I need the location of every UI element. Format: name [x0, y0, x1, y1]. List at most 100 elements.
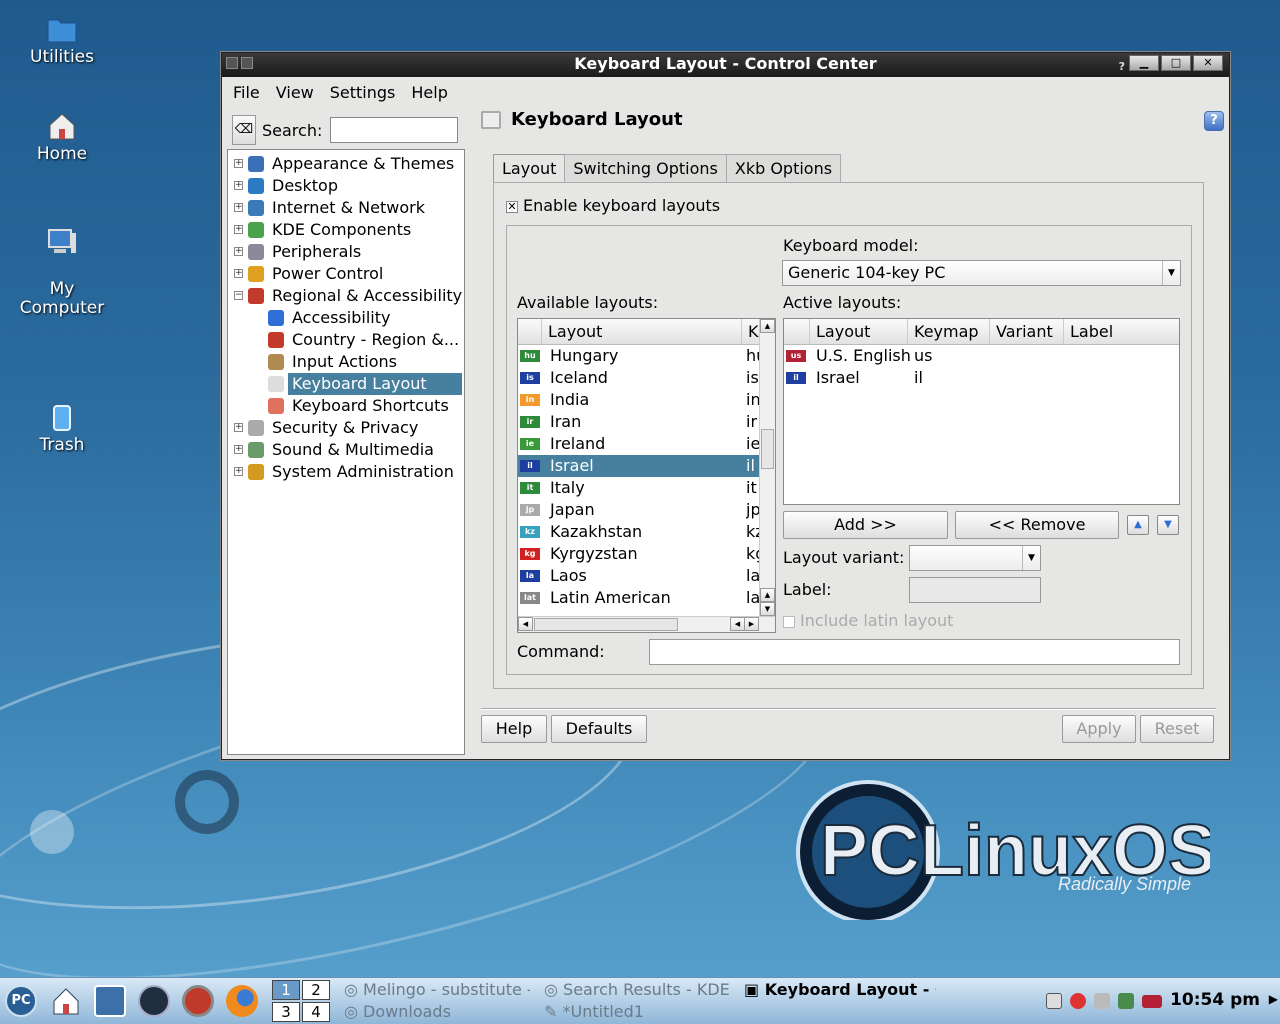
tab-switching-options[interactable]: Switching Options	[564, 154, 727, 183]
tab-layout[interactable]: Layout	[493, 154, 566, 184]
active-layouts-list[interactable]: Layout Keymap Variant Label us U.S. Engli…	[783, 318, 1180, 505]
keyboard-layout-flag-icon[interactable]	[1142, 995, 1162, 1008]
column-header-keymap[interactable]: Keymap	[908, 319, 990, 344]
title-bar[interactable]: Keyboard Layout - Control Center ? ▁ □ ✕	[222, 53, 1229, 77]
tools-icon[interactable]	[138, 985, 170, 1017]
network-icon[interactable]	[1118, 993, 1134, 1009]
tree-item[interactable]: + KDE Components	[228, 219, 464, 241]
expand-icon[interactable]: +	[234, 203, 243, 212]
pager-desktop-4[interactable]: 4	[302, 1002, 330, 1022]
column-header-variant[interactable]: Variant	[990, 319, 1064, 344]
tree-item[interactable]: + Security & Privacy	[228, 417, 464, 439]
help-button[interactable]: Help	[481, 715, 547, 743]
task-search-results[interactable]: ◎ Search Results - KDE	[544, 980, 730, 999]
scroll-down-button[interactable]: ▼	[760, 602, 775, 616]
desktop-icon-home[interactable]: Home	[7, 111, 117, 164]
available-layout-row[interactable]: in India in	[518, 389, 775, 411]
available-layout-row[interactable]: il Israel il	[518, 455, 775, 477]
menu-settings[interactable]: Settings	[330, 83, 396, 102]
scroll-right-button[interactable]: ▶	[744, 617, 759, 631]
reset-button[interactable]: Reset	[1140, 715, 1214, 743]
tree-item[interactable]: Input Actions	[228, 351, 464, 373]
tree-item[interactable]: + Power Control	[228, 263, 464, 285]
available-layout-row[interactable]: hu Hungary hu	[518, 345, 775, 367]
available-layout-row[interactable]: kz Kazakhstan kz	[518, 521, 775, 543]
firefox-icon[interactable]	[226, 985, 258, 1017]
tree-item[interactable]: + Peripherals	[228, 241, 464, 263]
close-button[interactable]: ✕	[1193, 55, 1223, 71]
scroll-up-button-lower[interactable]: ▲	[760, 588, 775, 602]
desktop-icon-utilities[interactable]: Utilities	[7, 14, 117, 67]
keyboard-model-combo[interactable]: Generic 104-key PC ▼	[782, 260, 1181, 286]
home-icon[interactable]	[50, 985, 82, 1017]
tree-item[interactable]: + Desktop	[228, 175, 464, 197]
task-keyboard-layout[interactable]: ▣ Keyboard Layout - C	[744, 980, 936, 999]
pager-desktop-2[interactable]: 2	[302, 980, 330, 1000]
clear-search-button[interactable]: ⌫	[232, 115, 256, 145]
active-layout-row[interactable]: us U.S. English us	[784, 345, 1179, 367]
minimize-button[interactable]: ▁	[1129, 55, 1159, 71]
control-center-icon[interactable]	[94, 985, 126, 1017]
window-menu-icon[interactable]	[226, 57, 238, 69]
desktop-icon-trash[interactable]: Trash	[7, 402, 117, 455]
context-help-icon[interactable]: ?	[1119, 56, 1125, 78]
start-menu-button[interactable]: PC	[5, 985, 37, 1017]
include-latin-checkbox[interactable]: Include latin layout	[783, 611, 953, 630]
expand-icon[interactable]: +	[234, 445, 243, 454]
scroll-up-button[interactable]: ▲	[760, 319, 775, 333]
collapse-icon[interactable]: −	[234, 291, 243, 300]
available-layout-row[interactable]: jp Japan jp	[518, 499, 775, 521]
tree-item[interactable]: Keyboard Shortcuts	[228, 395, 464, 417]
command-input[interactable]	[649, 639, 1180, 665]
available-layout-row[interactable]: ir Iran ir	[518, 411, 775, 433]
remove-layout-button[interactable]: << Remove	[955, 511, 1119, 539]
menu-help[interactable]: Help	[411, 83, 447, 102]
add-layout-button[interactable]: Add >>	[783, 511, 948, 539]
desktop-icon-my-computer[interactable]: My Computer	[7, 208, 117, 318]
expand-icon[interactable]: +	[234, 181, 243, 190]
tree-item[interactable]: + Sound & Multimedia	[228, 439, 464, 461]
horizontal-scrollbar[interactable]: ◀ ◀ ▶	[518, 616, 775, 632]
expand-icon[interactable]: +	[234, 159, 243, 168]
apply-button[interactable]: Apply	[1062, 715, 1136, 743]
layout-variant-combo[interactable]: ▼	[909, 545, 1041, 571]
column-header-layout[interactable]: Layout	[810, 319, 908, 344]
column-header-layout[interactable]: Layout	[542, 319, 742, 344]
media-player-icon[interactable]	[182, 985, 214, 1017]
task-untitled[interactable]: ✎ *Untitled1	[544, 1002, 730, 1021]
menu-view[interactable]: View	[276, 83, 314, 102]
volume-icon[interactable]	[1094, 993, 1110, 1009]
pager-desktop-1[interactable]: 1	[272, 980, 300, 1000]
column-header-label[interactable]: Label	[1064, 319, 1174, 344]
tree-item[interactable]: Keyboard Layout	[228, 373, 464, 395]
expand-icon[interactable]: +	[234, 225, 243, 234]
update-notifier-icon[interactable]	[1070, 993, 1086, 1009]
tree-item[interactable]: + Internet & Network	[228, 197, 464, 219]
pager-desktop-3[interactable]: 3	[272, 1002, 300, 1022]
expand-icon[interactable]: +	[234, 269, 243, 278]
clock[interactable]: 10:54 pm	[1170, 990, 1260, 1010]
available-layout-row[interactable]: it Italy it	[518, 477, 775, 499]
move-down-icon[interactable]: ▼	[1157, 515, 1179, 535]
maximize-button[interactable]: □	[1161, 55, 1191, 71]
available-layout-row[interactable]: is Iceland is	[518, 367, 775, 389]
hscroll-thumb[interactable]	[534, 618, 678, 631]
scroll-left-button[interactable]: ◀	[518, 617, 533, 631]
task-downloads[interactable]: ◎ Downloads	[344, 1002, 530, 1021]
expand-icon[interactable]: +	[234, 423, 243, 432]
expand-icon[interactable]: +	[234, 247, 243, 256]
tree-item[interactable]: Accessibility	[228, 307, 464, 329]
tree-item[interactable]: Country - Region &...	[228, 329, 464, 351]
tab-xkb-options[interactable]: Xkb Options	[725, 154, 842, 183]
available-layout-row[interactable]: la Laos la	[518, 565, 775, 587]
tree-item[interactable]: + Appearance & Themes	[228, 153, 464, 175]
label-input[interactable]	[909, 577, 1041, 603]
vertical-scrollbar[interactable]: ▲ ▲ ▼	[759, 319, 775, 616]
expand-icon[interactable]: +	[234, 467, 243, 476]
scroll-left-button-2[interactable]: ◀	[730, 617, 745, 631]
available-layout-row[interactable]: ie Ireland ie	[518, 433, 775, 455]
tree-item[interactable]: − Regional & Accessibility	[228, 285, 464, 307]
sticky-icon[interactable]	[241, 57, 253, 69]
task-melingo[interactable]: ◎ Melingo - substitute -	[344, 980, 530, 999]
tree-item[interactable]: + System Administration	[228, 461, 464, 483]
